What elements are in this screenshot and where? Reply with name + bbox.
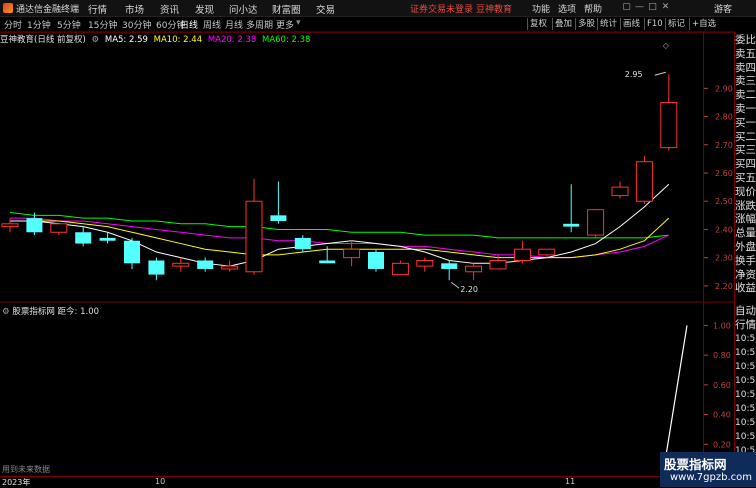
watermark-title: 股票指标网 [664, 457, 727, 472]
tick-time-label: 10:57 [735, 432, 756, 442]
candle-body-up [343, 248, 361, 259]
low-annotation-label: 2.20 [460, 285, 478, 294]
price-tick-label: 2.30 [715, 254, 733, 263]
price-tick-label: 2.60 [715, 169, 733, 178]
candle-body-down [197, 260, 214, 269]
candle-body-down [124, 240, 140, 264]
quote-field-label: 涨跌 [735, 199, 756, 212]
candle-body-down [99, 237, 116, 241]
candle-body-down [148, 260, 165, 275]
quote-field-label: 涨幅 [735, 213, 756, 226]
candle-body-up [391, 262, 409, 276]
trading-terminal: 通达信金融终端 行情 市场 资讯 发现 问小达 财富圈 交易 证券交易未登录 豆… [0, 0, 756, 488]
candle-body-up [1, 223, 19, 228]
sub-tick-label: 0.60 [713, 381, 731, 390]
tick-time-label: 10:57 [735, 404, 756, 414]
tick-time-label: 10:57 [735, 334, 756, 344]
date-label-nov: 11 [565, 477, 576, 486]
tick-time-label: 10:57 [735, 376, 756, 386]
quote-field-label: 总量 [735, 227, 756, 240]
low-annotation-arrow [450, 281, 460, 289]
tick-time-label: 自动 [735, 305, 756, 317]
candle-body-up [611, 186, 629, 197]
quote-field-label: 卖一 [735, 103, 756, 115]
price-tick-label: 2.80 [715, 113, 733, 122]
sub-indicator-value: 距今: 1.00 [57, 307, 100, 317]
candle-body-down [441, 263, 458, 269]
price-tick-label: 2.90 [715, 84, 733, 93]
quote-field-label: 买一 [735, 116, 756, 129]
quote-field-label: 净资 [735, 268, 756, 281]
candle-body-down [270, 215, 287, 221]
quote-field-label: 卖三 [735, 75, 756, 88]
candle-body-up [635, 161, 653, 202]
sub-gear-icon[interactable]: ⚙ [2, 307, 10, 317]
sub-tick-label: 0.80 [713, 351, 731, 360]
quote-sidebar: 委比 卖五 卖四 卖三 卖二 卖一 买一 买二 买三 买四 买五 现价 涨跌 涨幅 总量 外盘 换手 净资 收益自动… [735, 32, 756, 476]
candle-body-up [416, 259, 434, 267]
tick-time-label: 10:57 [735, 362, 756, 372]
diamond-marker-icon: ◇ [663, 41, 670, 50]
watermark-url: www.7gpzb.com [670, 472, 752, 483]
candle-body-up [50, 223, 68, 233]
candle-body-up [513, 248, 531, 261]
candle-body-up [660, 101, 678, 149]
candle-body-down [26, 218, 43, 233]
candle-body-up [587, 209, 605, 236]
quote-field-label: 买四 [735, 158, 756, 171]
quote-field-label: 卖四 [735, 61, 756, 74]
sub-indicator-title: 股票指标网 [12, 307, 55, 317]
price-tick-label: 2.20 [715, 282, 733, 291]
price-tick-label: 2.70 [715, 141, 733, 150]
candle-body-down [75, 232, 92, 244]
quote-field-label: 换手 [735, 254, 756, 267]
tick-time-label: 10:57 [735, 390, 756, 400]
candle-body-down [319, 260, 336, 264]
status-text: 用到未来数据 [2, 465, 50, 474]
price-chart[interactable]: 2.20 2.30 2.40 2.50 2.60 2.70 2.80 2.90 2.95 2.20… [0, 0, 756, 487]
tick-time-label: 行情 [735, 319, 756, 331]
price-axis-line [703, 32, 704, 476]
sub-tick-label: 0.20 [713, 440, 731, 449]
tick-time-label: 10:57 [735, 418, 756, 428]
price-tick-label: 2.40 [715, 225, 733, 234]
high-annotation-arrow [654, 71, 666, 76]
quote-field-label: 卖二 [735, 89, 756, 102]
candle-body-down [368, 252, 384, 269]
sub-indicator-label: ⚙ 股票指标网 距今: 1.00 [2, 305, 99, 317]
candle-body-up [172, 262, 190, 267]
high-annotation-label: 2.95 [625, 70, 643, 79]
sub-tick-label: 0.40 [713, 411, 731, 420]
quote-field-label: 现价 [735, 185, 756, 198]
tick-time-label: 10:57 [735, 348, 756, 358]
quote-field-label: 买二 [735, 130, 756, 143]
quote-field-label: 买五 [735, 172, 756, 184]
price-tick-label: 2.50 [715, 197, 733, 206]
candle-body-up [221, 265, 239, 270]
candle-body-up [245, 200, 263, 273]
quote-field-label: 买三 [735, 144, 756, 157]
quote-field-label: 卖五 [735, 47, 756, 60]
candle-body-up [538, 248, 556, 256]
candle-body-up [465, 265, 483, 273]
sub-tick-label: 1.00 [713, 321, 731, 330]
watermark-banner: 股票指标网 www.7gpzb.com [660, 452, 756, 487]
candle-body-down [563, 223, 580, 227]
candle-body-down [294, 237, 311, 250]
quote-field-label: 委比 [735, 34, 756, 46]
date-label-year: 2023年 [2, 478, 31, 487]
date-label-oct: 10 [155, 477, 166, 486]
quote-field-label: 外盘 [735, 241, 756, 253]
candle-body-up [489, 259, 507, 270]
quote-field-label: 收益 [735, 282, 756, 295]
date-axis: 2023年 10 11 [0, 476, 703, 488]
